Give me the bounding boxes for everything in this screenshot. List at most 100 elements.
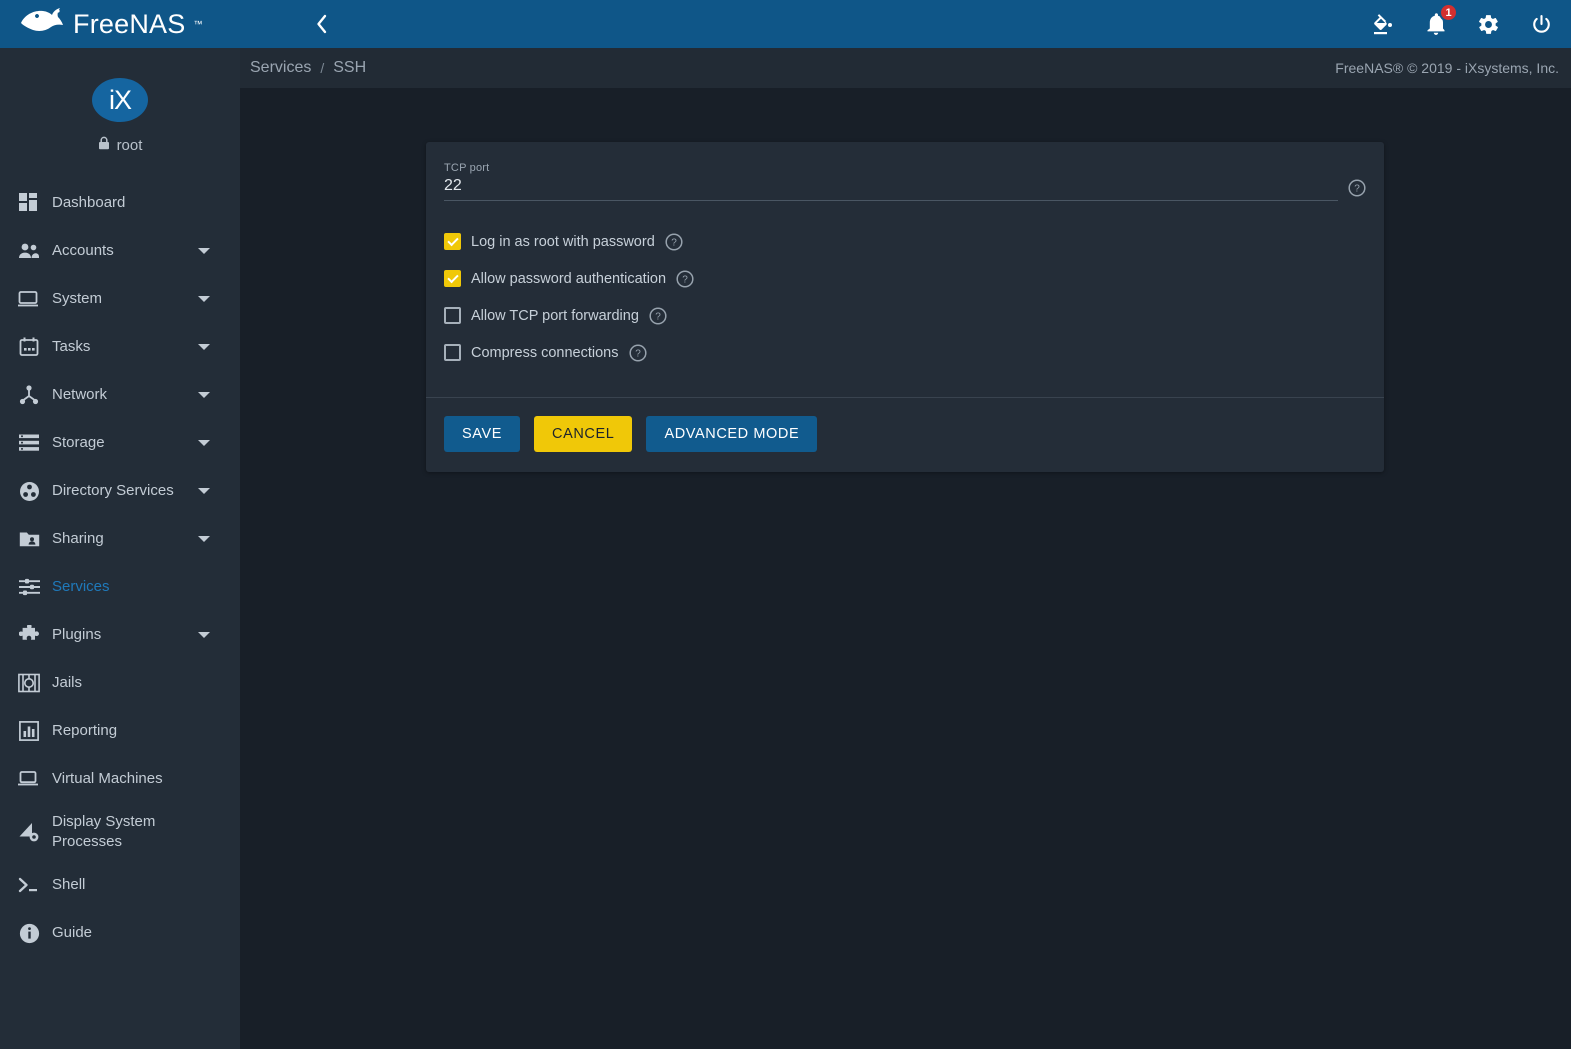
gear-icon[interactable]	[1477, 13, 1500, 36]
dashboard-grid-icon	[12, 193, 46, 213]
sharing-folder-icon	[12, 530, 46, 548]
cancel-button[interactable]: CANCEL	[534, 416, 633, 452]
sliders-icon	[12, 578, 46, 596]
svg-text:?: ?	[671, 237, 677, 248]
chevron-down-icon[interactable]	[198, 632, 210, 638]
advanced-mode-button[interactable]: ADVANCED MODE	[646, 416, 818, 452]
sidebar-item-label: Jails	[52, 674, 83, 692]
user-panel: iX root	[0, 48, 240, 155]
chevron-down-icon[interactable]	[198, 344, 210, 350]
sidebar-item-label: Network	[52, 386, 108, 404]
compress-connections-label: Compress connections	[471, 344, 619, 361]
sidebar-item-label: Virtual Machines	[52, 770, 163, 788]
terminal-prompt-icon	[12, 877, 46, 893]
sidebar-item-label: Dashboard	[52, 194, 126, 212]
svg-text:?: ?	[682, 274, 688, 285]
tcp-port-label: TCP port	[444, 162, 490, 174]
tcp-port-field-group: TCP port ?	[444, 162, 1366, 205]
sidebar-item-label: Reporting	[52, 722, 118, 740]
tcp-forwarding-label: Allow TCP port forwarding	[471, 307, 639, 324]
svg-text:?: ?	[1354, 184, 1360, 195]
brand-area[interactable]: FreeNAS ™	[0, 0, 240, 48]
password-auth-checkbox[interactable]	[444, 270, 461, 287]
user-row[interactable]: root	[98, 136, 143, 155]
top-bar: FreeNAS ™ 1	[0, 0, 1571, 48]
chevron-left-icon[interactable]	[314, 13, 330, 35]
directory-services-icon	[12, 481, 46, 502]
sidebar-item-storage[interactable]: Storage	[0, 419, 240, 467]
chevron-down-icon[interactable]	[198, 488, 210, 494]
monitor-icon	[12, 290, 46, 308]
sidebar-item-label: Storage	[52, 434, 105, 452]
password-auth-label: Allow password authentication	[471, 270, 667, 287]
breadcrumb-item-services[interactable]: Services	[250, 59, 311, 77]
breadcrumb-item-ssh[interactable]: SSH	[333, 59, 366, 77]
chevron-down-icon[interactable]	[198, 392, 210, 398]
chevron-down-icon[interactable]	[198, 536, 210, 542]
sidebar-item-sharing[interactable]: Sharing	[0, 515, 240, 563]
checkbox-row-tcp-forwarding: Allow TCP port forwarding ?	[444, 297, 1366, 334]
calendar-icon	[12, 337, 46, 357]
sidebar-item-display-system-processes[interactable]: Display System Processes	[0, 803, 240, 861]
form-actions: SAVE CANCEL ADVANCED MODE	[426, 398, 1384, 472]
sidebar-item-label: System	[52, 290, 103, 308]
sidebar-item-directory-services[interactable]: Directory Services	[0, 467, 240, 515]
breadcrumb-bar: Services / SSH FreeNAS® © 2019 - iXsyste…	[240, 48, 1571, 88]
svg-text:?: ?	[655, 311, 661, 322]
freenas-app-window: FreeNAS ™ 1 iX root Dashboard Accounts S…	[0, 0, 1571, 1049]
chevron-down-icon[interactable]	[198, 296, 210, 302]
bar-chart-icon	[12, 721, 46, 741]
content-area: Services / SSH FreeNAS® © 2019 - iXsyste…	[240, 48, 1571, 1049]
sidebar-item-reporting[interactable]: Reporting	[0, 707, 240, 755]
info-circle-icon	[12, 923, 46, 944]
tcp-forwarding-checkbox[interactable]	[444, 307, 461, 324]
processes-gear-icon	[12, 821, 46, 843]
ssh-settings-card: TCP port ? Log in as root with password	[426, 142, 1384, 472]
save-button[interactable]: SAVE	[444, 416, 521, 452]
network-nodes-icon	[12, 385, 46, 405]
sidebar-item-label: Directory Services	[52, 482, 174, 500]
sidebar-item-network[interactable]: Network	[0, 371, 240, 419]
help-circle-icon[interactable]: ?	[1348, 179, 1366, 197]
compress-connections-checkbox[interactable]	[444, 344, 461, 361]
user-name: root	[116, 137, 143, 154]
breadcrumb: Services / SSH	[250, 59, 366, 77]
sidebar-item-label: Shell	[52, 876, 86, 894]
lock-icon	[98, 136, 110, 155]
bell-icon[interactable]: 1	[1425, 3, 1458, 36]
help-circle-icon[interactable]: ?	[676, 269, 694, 288]
hamburger-menu-icon[interactable]	[268, 16, 290, 32]
jail-cell-icon	[12, 673, 46, 693]
sidebar-item-dashboard[interactable]: Dashboard	[0, 179, 240, 227]
breadcrumb-separator: /	[320, 60, 325, 76]
help-circle-icon[interactable]: ?	[628, 343, 647, 362]
paint-bucket-icon[interactable]	[1371, 12, 1395, 36]
sidebar-item-label: Plugins	[52, 626, 102, 644]
tcp-port-input[interactable]	[444, 174, 1338, 201]
brand-trademark: ™	[193, 19, 203, 29]
sidebar-item-virtual-machines[interactable]: Virtual Machines	[0, 755, 240, 803]
sidebar-item-system[interactable]: System	[0, 275, 240, 323]
sidebar-item-label: Display System Processes	[52, 813, 156, 850]
sidebar-item-shell[interactable]: Shell	[0, 861, 240, 909]
power-icon[interactable]	[1530, 13, 1553, 36]
chevron-down-icon[interactable]	[198, 440, 210, 446]
copyright-text: FreeNAS® © 2019 - iXsystems, Inc.	[1335, 60, 1559, 76]
login-root-checkbox[interactable]	[444, 233, 461, 250]
sidebar-item-label: Tasks	[52, 338, 91, 356]
sidebar-item-label: Services	[52, 578, 110, 596]
login-root-label: Log in as root with password	[471, 233, 655, 250]
sidebar-item-label: Accounts	[52, 242, 114, 260]
help-circle-icon[interactable]: ?	[649, 306, 667, 325]
sidebar-item-services[interactable]: Services	[0, 563, 240, 611]
sidebar-nav: Dashboard Accounts System Tasks Network …	[0, 179, 240, 957]
people-icon	[12, 242, 46, 260]
sidebar-item-jails[interactable]: Jails	[0, 659, 240, 707]
freenas-fish-logo	[18, 7, 66, 42]
sidebar-item-tasks[interactable]: Tasks	[0, 323, 240, 371]
sidebar-item-accounts[interactable]: Accounts	[0, 227, 240, 275]
sidebar-item-guide[interactable]: Guide	[0, 909, 240, 957]
chevron-down-icon[interactable]	[198, 248, 210, 254]
sidebar-item-plugins[interactable]: Plugins	[0, 611, 240, 659]
help-circle-icon[interactable]: ?	[665, 232, 683, 251]
